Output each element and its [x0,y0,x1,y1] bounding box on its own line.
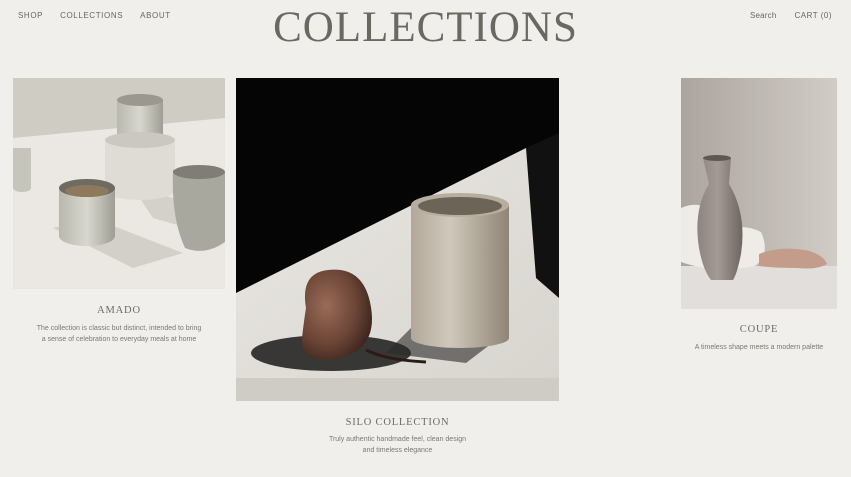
collection-card-silo[interactable]: SILO COLLECTION Truly authentic handmade… [236,78,559,468]
collection-card-amado[interactable]: AMADO The collection is classic but dist… [13,78,225,358]
page-title: COLLECTIONS [273,4,578,51]
amado-collection-image[interactable] [13,78,225,289]
silo-collection-image[interactable] [236,78,559,401]
search-link[interactable]: Search [750,11,777,20]
silo-title[interactable]: SILO COLLECTION [236,417,559,428]
collection-card-coupe[interactable]: COUPE A timeless shape meets a modern pa… [681,78,837,368]
cart-link[interactable]: CART (0) [795,11,833,20]
amado-title[interactable]: AMADO [13,305,225,316]
utility-nav: Search CART (0) [750,11,832,20]
silo-description: Truly authentic handmade feel, clean des… [328,436,467,454]
amado-description: The collection is classic but distinct, … [36,325,202,343]
coupe-description: A timeless shape meets a modern palette [694,344,824,351]
coupe-title[interactable]: COUPE [681,324,837,335]
coupe-collection-image[interactable] [681,78,837,309]
